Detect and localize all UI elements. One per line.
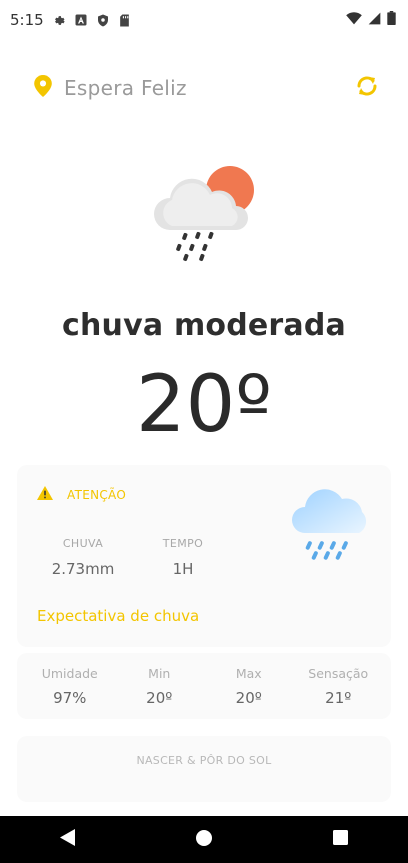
sunrise-sunset-title: NASCER & PÔR DO SOL — [136, 754, 272, 767]
rain-time: TEMPO 1H — [143, 537, 223, 578]
stats-card: Umidade 97% Min 20º Max 20º Sensação 21º — [17, 653, 391, 719]
weather-condition: chuva moderada — [62, 308, 346, 343]
stat-max: Max 20º — [205, 666, 293, 707]
signal-icon — [368, 11, 381, 29]
time-value: 1H — [172, 560, 194, 578]
stat-value: 21º — [325, 688, 352, 707]
stat-label: Umidade — [41, 665, 98, 681]
stat-feels-like: Sensação 21º — [294, 666, 382, 707]
back-icon — [60, 829, 76, 850]
location-pin-icon — [34, 75, 52, 101]
stat-label: Min — [148, 665, 171, 681]
home-button[interactable] — [174, 816, 234, 863]
alert-header: ATENÇÃO — [37, 485, 126, 504]
location-row: Espera Feliz — [34, 70, 379, 106]
location[interactable]: Espera Feliz — [34, 75, 187, 101]
battery-icon — [387, 11, 396, 29]
gear-icon — [52, 13, 66, 27]
stat-humidity: Umidade 97% — [26, 666, 114, 707]
rain-label: CHUVA — [62, 537, 104, 550]
cloud-sun-rain-icon — [150, 160, 260, 270]
stat-value: 20º — [235, 688, 262, 707]
home-icon — [196, 829, 212, 850]
navigation-bar — [0, 816, 408, 863]
rain-value: 2.73mm — [51, 560, 115, 578]
time-label: TEMPO — [162, 537, 204, 550]
back-button[interactable] — [38, 816, 98, 863]
status-time: 5:15 — [10, 11, 44, 29]
stat-min: Min 20º — [115, 666, 203, 707]
status-right — [346, 11, 396, 29]
refresh-icon[interactable] — [355, 75, 379, 101]
font-a-icon — [74, 13, 88, 27]
recents-icon — [332, 830, 348, 849]
rain-amount: CHUVA 2.73mm — [43, 537, 123, 578]
stat-value: 20º — [146, 688, 173, 707]
alert-title: ATENÇÃO — [67, 487, 127, 502]
current-temperature: 20º — [135, 360, 272, 450]
stat-label: Max — [235, 665, 262, 681]
rain-expectation: Expectativa de chuva — [37, 607, 200, 625]
sunrise-sunset-card[interactable]: NASCER & PÔR DO SOL — [17, 736, 391, 802]
rain-cloud-icon — [291, 483, 373, 563]
warning-icon — [37, 485, 53, 504]
shield-icon — [96, 13, 110, 27]
recents-button[interactable] — [310, 816, 370, 863]
sd-card-icon — [118, 13, 132, 27]
rain-alert-card: ATENÇÃO CHUVA 2.73mm TEMPO 1H Expectativ… — [17, 465, 391, 647]
stat-value: 97% — [53, 688, 87, 707]
stat-label: Sensação — [308, 665, 369, 681]
wifi-icon — [346, 11, 362, 29]
city-name: Espera Feliz — [64, 76, 187, 100]
status-bar: 5:15 — [0, 0, 408, 40]
status-left: 5:15 — [10, 11, 132, 29]
